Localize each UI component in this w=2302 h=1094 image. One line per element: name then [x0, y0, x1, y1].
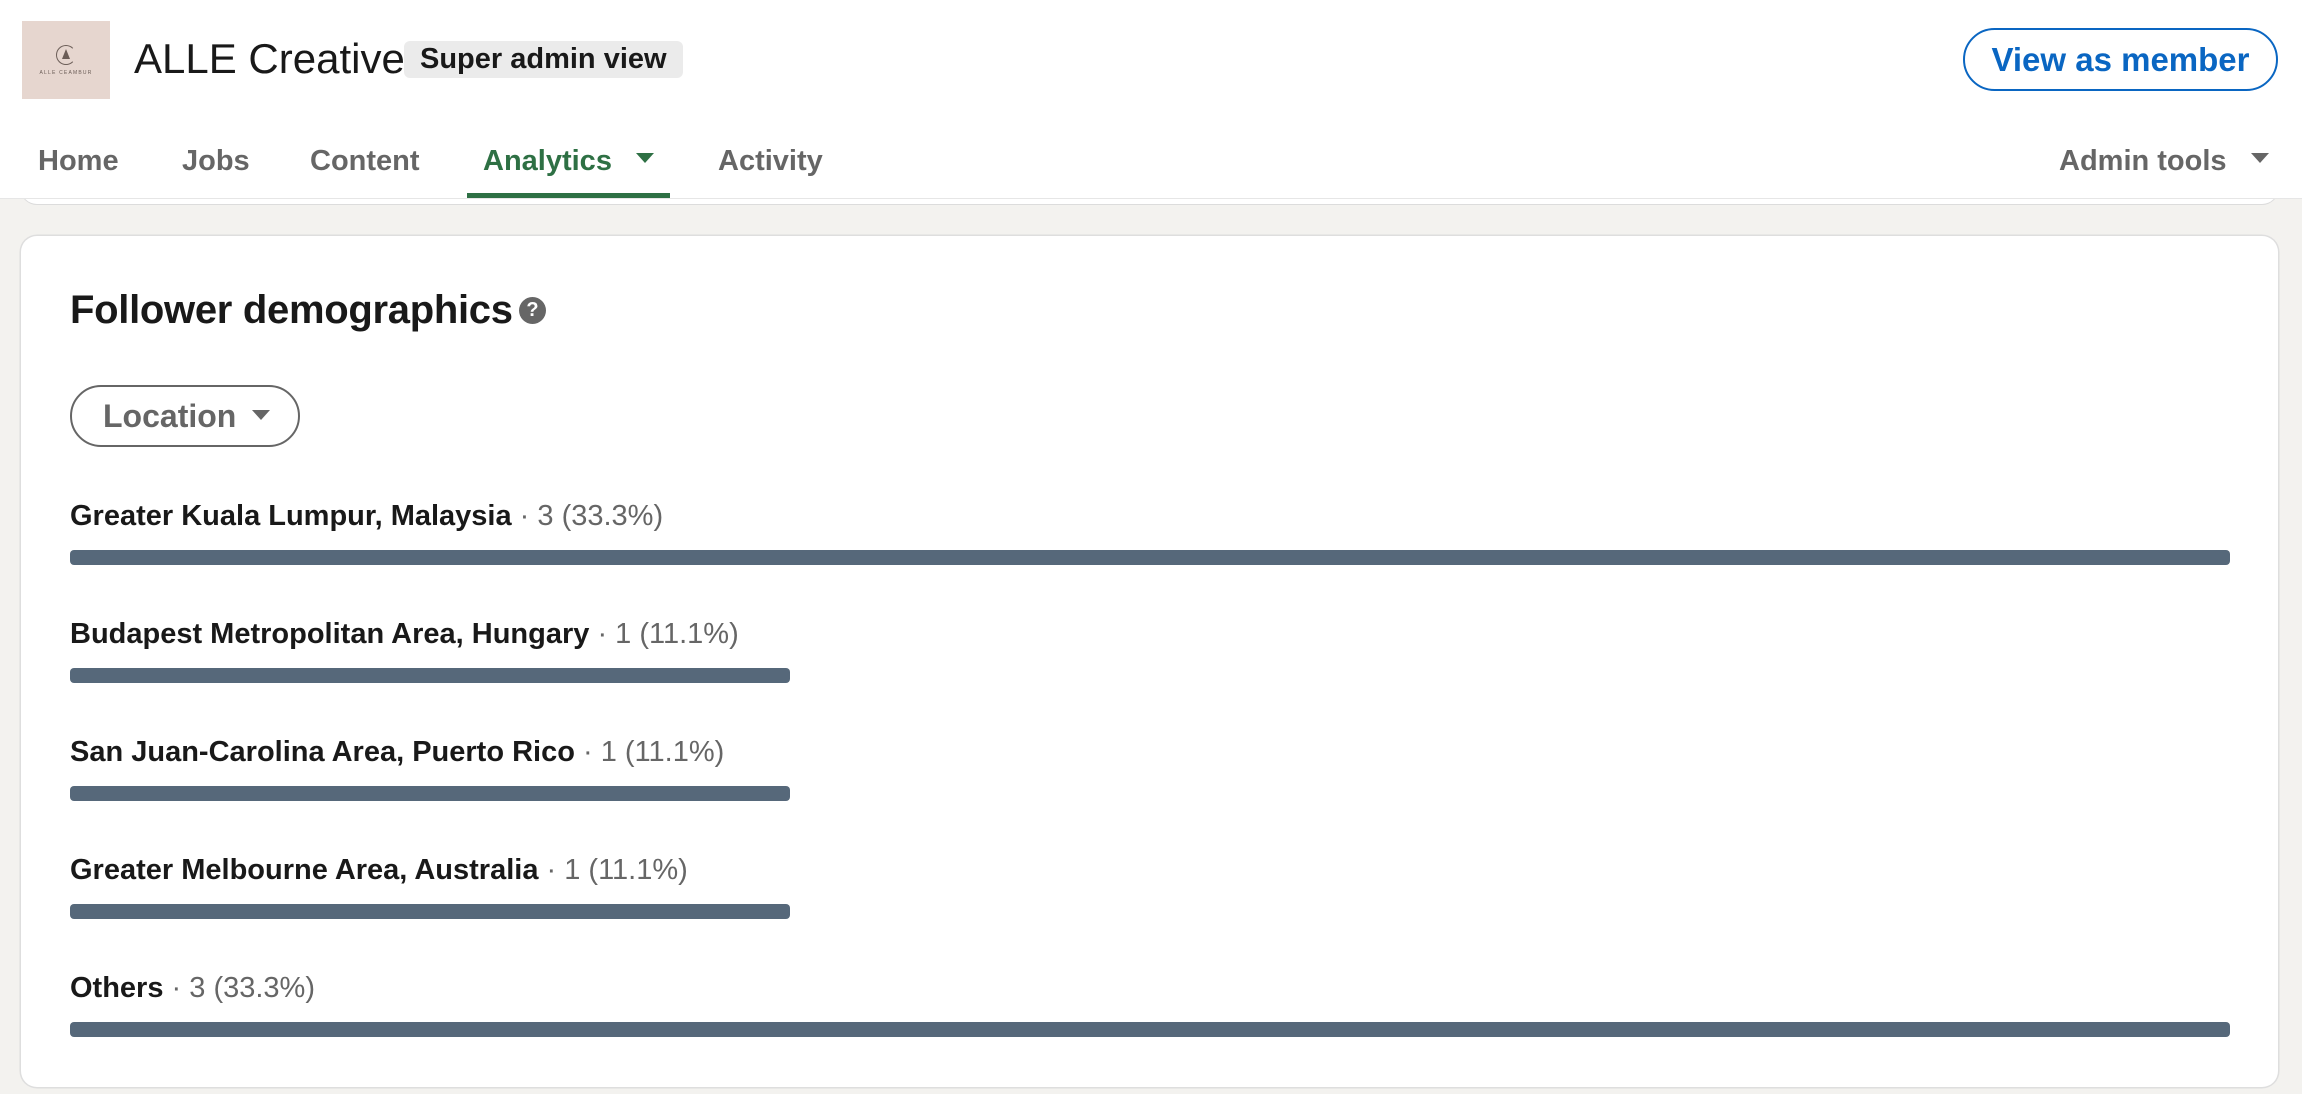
row-value: · 1 (11.1%) — [574, 736, 725, 768]
demographic-row: San Juan-Carolina Area, Puerto Rico · 1 … — [70, 734, 2230, 852]
nav-item-activity[interactable]: Activity — [718, 130, 823, 198]
nav-item-analytics[interactable]: Analytics — [467, 130, 670, 198]
admin-tools-menu[interactable]: Admin tools — [2059, 130, 2269, 198]
admin-tools-label: Admin tools — [2059, 145, 2227, 177]
row-value: · 1 (11.1%) — [589, 618, 739, 650]
row-label: Greater Kuala Lumpur, Malaysia · 3 (33.3… — [70, 498, 663, 534]
nav-item-jobs[interactable]: Jobs — [182, 130, 250, 198]
nav-item-label: Activity — [718, 145, 823, 177]
demographic-row: Budapest Metropolitan Area, Hungary · 1 … — [70, 616, 2230, 734]
logo-mark-icon — [56, 44, 76, 65]
chevron-down-icon — [2250, 153, 2269, 164]
card-title: Follower demographics — [70, 288, 513, 332]
row-value: · 1 (11.1%) — [538, 854, 688, 886]
demographic-row: Greater Kuala Lumpur, Malaysia · 3 (33.3… — [70, 498, 2230, 616]
bar — [70, 786, 790, 801]
bar — [70, 668, 790, 683]
row-category: Greater Kuala Lumpur, Malaysia — [70, 500, 512, 532]
nav-item-label: Home — [38, 145, 119, 177]
bar — [70, 550, 2230, 565]
nav-item-label: Content — [310, 145, 420, 177]
nav-item-content[interactable]: Content — [310, 130, 420, 198]
super-admin-badge: Super admin view — [404, 41, 683, 78]
logo-text: ALLE CEAMBUR — [39, 69, 93, 76]
bar — [70, 1022, 2230, 1037]
page-header: ALLE CEAMBUR ALLE Creative Super admin v… — [0, 0, 2302, 199]
view-as-member-button[interactable]: View as member — [1963, 28, 2278, 91]
main-nav: Home Jobs Content Analytics Activity Adm… — [0, 130, 2302, 198]
bar — [70, 904, 790, 919]
chevron-down-icon — [635, 153, 654, 164]
nav-item-home[interactable]: Home — [38, 130, 119, 198]
company-name: ALLE Creative — [134, 35, 405, 82]
row-category: Budapest Metropolitan Area, Hungary — [70, 618, 590, 650]
demographics-bar-list: Greater Kuala Lumpur, Malaysia · 3 (33.3… — [70, 498, 2230, 1088]
demographic-row: Others · 3 (33.3%) — [70, 970, 2230, 1088]
chevron-down-icon — [252, 409, 271, 420]
nav-item-label: Analytics — [483, 145, 612, 177]
row-category: Others — [70, 972, 164, 1004]
row-category: Greater Melbourne Area, Australia — [70, 854, 539, 886]
company-logo[interactable]: ALLE CEAMBUR — [22, 21, 110, 99]
follower-demographics-card: Follower demographics ? Location Greater… — [21, 236, 2278, 1087]
nav-item-label: Jobs — [182, 145, 250, 177]
row-label: Greater Melbourne Area, Australia · 1 (1… — [70, 852, 688, 888]
row-category: San Juan-Carolina Area, Puerto Rico — [70, 736, 575, 768]
row-label: San Juan-Carolina Area, Puerto Rico · 1 … — [70, 734, 724, 770]
help-icon[interactable]: ? — [519, 297, 546, 324]
row-value: · 3 (33.3%) — [163, 972, 315, 1004]
row-label: Others · 3 (33.3%) — [70, 970, 315, 1006]
filter-selected-label: Location — [103, 398, 237, 434]
demographic-row: Greater Melbourne Area, Australia · 1 (1… — [70, 852, 2230, 970]
row-value: · 3 (33.3%) — [511, 500, 664, 532]
demographic-filter-dropdown[interactable]: Location — [70, 385, 300, 447]
row-label: Budapest Metropolitan Area, Hungary · 1 … — [70, 616, 739, 652]
